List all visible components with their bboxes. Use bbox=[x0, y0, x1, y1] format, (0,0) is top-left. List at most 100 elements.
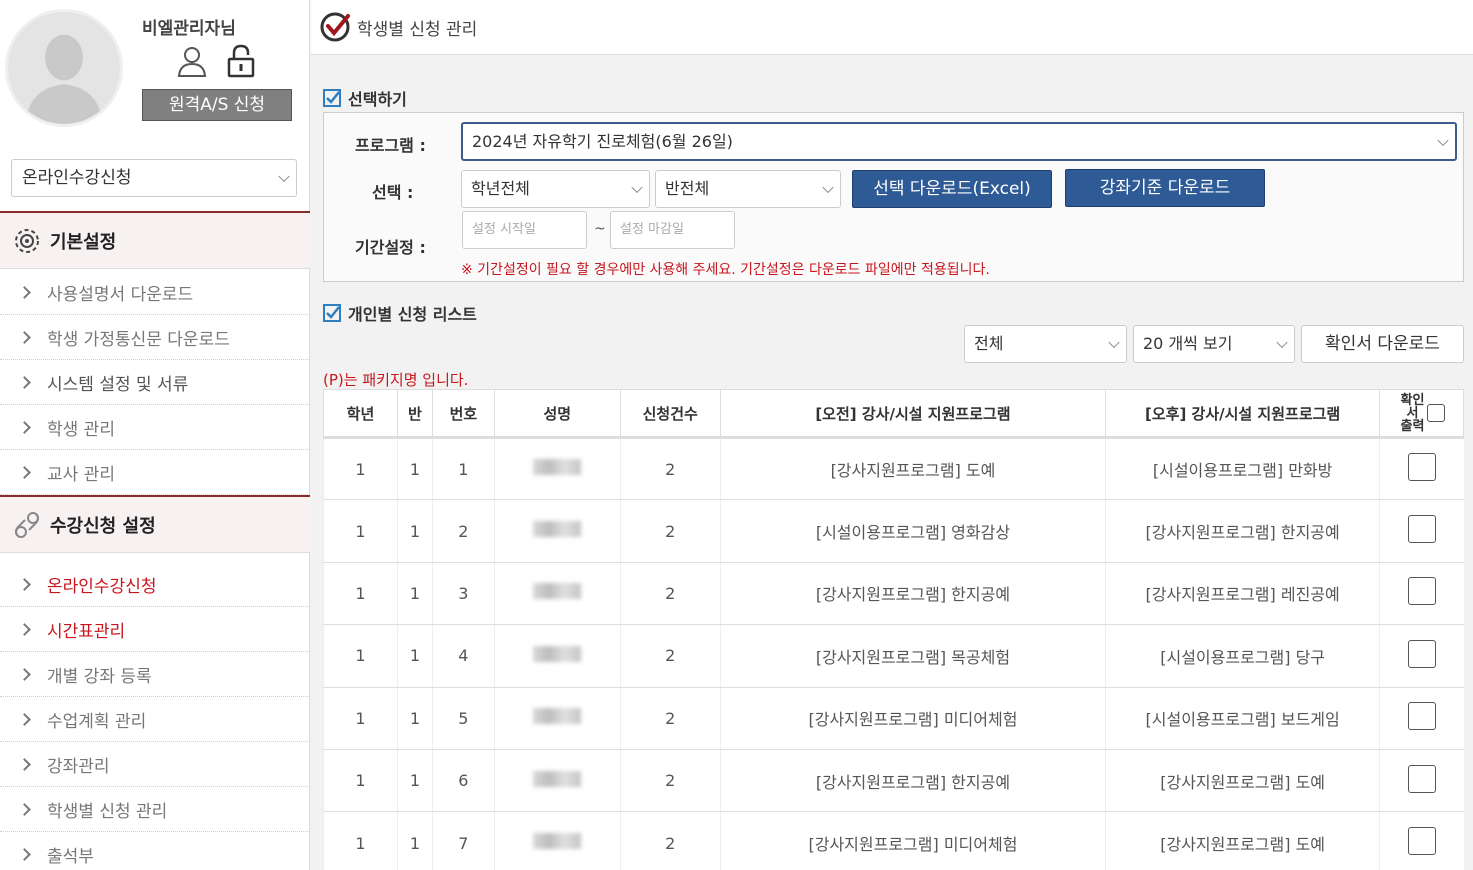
checkbox-checked-icon bbox=[323, 89, 341, 107]
class-select[interactable]: 반전체 bbox=[655, 170, 841, 208]
menu-item-student-applications[interactable]: 학생별 신청 관리 bbox=[0, 787, 310, 832]
cell-am-program: [강사지원프로그램] 한지공예 bbox=[719, 749, 1106, 813]
cell-number: 1 bbox=[431, 437, 495, 501]
table-row: 1 1 3 2 [강사지원프로그램] 한지공예 [강사지원프로그램] 레진공예 bbox=[323, 562, 1464, 626]
row-checkbox[interactable] bbox=[1407, 577, 1436, 606]
cell-pm-program: [시설이용프로그램] 보드게임 bbox=[1105, 687, 1380, 750]
cell-grade: 1 bbox=[323, 499, 398, 563]
table-row: 1 1 4 2 [강사지원프로그램] 목공체험 [시설이용프로그램] 당구 bbox=[323, 624, 1464, 688]
menu-item-attendance[interactable]: 출석부 bbox=[0, 832, 310, 870]
cell-grade: 1 bbox=[323, 437, 398, 501]
filter-select-value: 전체 bbox=[974, 334, 1004, 353]
cell-name bbox=[493, 687, 621, 750]
program-select[interactable]: 2024년 자유학기 진로체험(6월 26일) bbox=[461, 122, 1457, 161]
chevron-right-icon bbox=[18, 622, 31, 636]
row-checkbox[interactable] bbox=[1407, 764, 1436, 793]
col-grade: 학년 bbox=[323, 389, 398, 439]
col-print: 확인서 출력 bbox=[1379, 389, 1464, 439]
menu-item-letter-download[interactable]: 학생 가정통신문 다운로드 bbox=[0, 315, 310, 360]
user-icon[interactable] bbox=[176, 45, 208, 77]
page-header: 학생별 신청 관리 bbox=[311, 0, 1473, 55]
col-name: 성명 bbox=[493, 389, 621, 439]
menu-item-manual-download[interactable]: 사용설명서 다운로드 bbox=[0, 270, 310, 315]
menu-item-teacher-management[interactable]: 교사 관리 bbox=[0, 450, 310, 495]
cell-number: 4 bbox=[431, 624, 495, 688]
main-content: 학생별 신청 관리 선택하기 프로그램 : 2024년 자유학기 진로체험(6월… bbox=[311, 0, 1473, 870]
end-date-input[interactable]: 설정 마감일 bbox=[610, 211, 735, 249]
course-select[interactable]: 온라인수강신청 bbox=[11, 159, 297, 197]
cell-name bbox=[493, 624, 621, 688]
table-row: 1 1 6 2 [강사지원프로그램] 한지공예 [강사지원프로그램] 도예 bbox=[323, 749, 1464, 813]
cell-class: 1 bbox=[396, 624, 433, 688]
chevron-down-icon bbox=[631, 181, 643, 194]
cell-class: 1 bbox=[396, 687, 433, 750]
menu-item-student-management[interactable]: 학생 관리 bbox=[0, 405, 310, 450]
menu-item-system-settings[interactable]: 시스템 설정 및 서류 bbox=[0, 360, 310, 405]
chevron-right-icon bbox=[18, 667, 31, 681]
chevron-right-icon bbox=[18, 757, 31, 771]
list-section-title: 개인별 신청 리스트 bbox=[323, 301, 477, 325]
excel-download-button[interactable]: 선택 다운로드(Excel) bbox=[852, 170, 1052, 208]
choice-label: 선택 : bbox=[372, 183, 414, 202]
menu-item-label: 수업계획 관리 bbox=[47, 711, 147, 732]
grade-select[interactable]: 학년전체 bbox=[461, 170, 650, 208]
print-header-label: 확인서 출력 bbox=[1400, 392, 1425, 434]
menu-item-online-registration[interactable]: 온라인수강신청 bbox=[0, 562, 310, 607]
menu-item-course-register[interactable]: 개별 강좌 등록 bbox=[0, 652, 310, 697]
menu-item-lesson-plan[interactable]: 수업계획 관리 bbox=[0, 697, 310, 742]
col-pm-program: [오후] 강사/시설 지원프로그램 bbox=[1105, 389, 1380, 439]
unlock-icon[interactable] bbox=[225, 44, 257, 78]
menu-basic: 사용설명서 다운로드 학생 가정통신문 다운로드 시스템 설정 및 서류 학생 … bbox=[0, 270, 310, 495]
chevron-right-icon bbox=[18, 577, 31, 591]
menu-item-label: 학생별 신청 관리 bbox=[47, 801, 168, 822]
row-checkbox[interactable] bbox=[1407, 827, 1436, 856]
col-count: 신청건수 bbox=[619, 389, 721, 439]
cell-print bbox=[1379, 811, 1464, 870]
cell-count: 2 bbox=[619, 562, 721, 626]
menu-item-label: 시스템 설정 및 서류 bbox=[47, 374, 189, 395]
menu-item-label: 강좌관리 bbox=[47, 756, 110, 777]
cell-am-program: [강사지원프로그램] 미디어체험 bbox=[719, 811, 1106, 870]
section-basic-settings[interactable]: 기본설정 bbox=[0, 211, 310, 269]
menu-item-timetable[interactable]: 시간표관리 bbox=[0, 607, 310, 652]
menu-item-label: 사용설명서 다운로드 bbox=[47, 284, 194, 305]
row-checkbox[interactable] bbox=[1407, 453, 1436, 482]
chevron-down-icon bbox=[278, 170, 290, 183]
cell-number: 3 bbox=[431, 562, 495, 626]
cell-class: 1 bbox=[396, 499, 433, 563]
cell-name bbox=[493, 749, 621, 813]
section-title-text: 선택하기 bbox=[348, 90, 407, 109]
row-checkbox[interactable] bbox=[1407, 515, 1436, 544]
start-date-input[interactable]: 설정 시작일 bbox=[462, 211, 587, 249]
filter-select[interactable]: 전체 bbox=[964, 325, 1127, 363]
col-am-program: [오전] 강사/시설 지원프로그램 bbox=[719, 389, 1107, 439]
package-note: (P)는 패키지명 입니다. bbox=[323, 371, 469, 389]
menu-item-course-management[interactable]: 강좌관리 bbox=[0, 742, 310, 787]
application-table: 학년 반 번호 성명 신청건수 [오전] 강사/시설 지원프로그램 [오후] 강… bbox=[323, 389, 1464, 870]
cell-print bbox=[1379, 499, 1464, 563]
check-circle-icon bbox=[320, 12, 350, 42]
cell-am-program: [강사지원프로그램] 목공체험 bbox=[719, 624, 1106, 688]
page-size-select[interactable]: 20 개씩 보기 bbox=[1133, 325, 1295, 363]
row-checkbox[interactable] bbox=[1407, 639, 1436, 668]
cell-name bbox=[493, 437, 621, 501]
row-checkbox[interactable] bbox=[1407, 702, 1436, 731]
cell-number: 5 bbox=[431, 687, 495, 750]
cell-print bbox=[1379, 687, 1464, 750]
program-label: 프로그램 : bbox=[355, 136, 426, 155]
blurred-name bbox=[533, 645, 582, 662]
table-body: 1 1 1 2 [강사지원프로그램] 도예 [시설이용프로그램] 만화방 1 1 2 2 [시설이용… bbox=[323, 437, 1464, 870]
select-all-checkbox[interactable] bbox=[1426, 404, 1445, 422]
cell-print bbox=[1379, 562, 1464, 626]
section-course-settings[interactable]: 수강신청 설정 bbox=[0, 495, 310, 553]
cell-am-program: [시설이용프로그램] 영화감상 bbox=[719, 499, 1106, 563]
cell-name bbox=[493, 499, 621, 563]
cell-pm-program: [강사지원프로그램] 레진공예 bbox=[1105, 562, 1380, 626]
remote-as-button[interactable]: 원격A/S 신청 bbox=[142, 89, 292, 121]
confirm-download-button[interactable]: 확인서 다운로드 bbox=[1301, 325, 1464, 363]
menu-item-label: 출석부 bbox=[47, 846, 94, 867]
cell-number: 2 bbox=[431, 499, 495, 563]
course-download-button[interactable]: 강좌기준 다운로드 bbox=[1065, 169, 1265, 207]
chevron-right-icon bbox=[18, 285, 31, 299]
col-class: 반 bbox=[396, 389, 433, 439]
